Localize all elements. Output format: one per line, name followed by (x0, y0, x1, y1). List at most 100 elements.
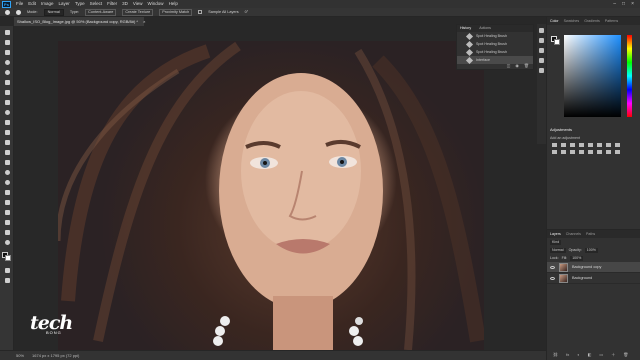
eyedropper-icon[interactable] (3, 98, 11, 106)
color-panel-background[interactable] (554, 39, 560, 45)
black-white-icon[interactable] (615, 143, 620, 147)
eraser-icon[interactable] (3, 148, 11, 156)
posterize-icon[interactable] (588, 150, 593, 154)
layer-row-selected[interactable]: Background copy (547, 262, 640, 273)
libraries-icon[interactable] (539, 58, 544, 63)
rectangle-icon[interactable] (3, 218, 11, 226)
tab-paths[interactable]: Paths (586, 230, 595, 238)
frame-icon[interactable] (3, 88, 11, 96)
maximize-button[interactable]: □ (622, 1, 625, 7)
menu-view[interactable]: View (133, 0, 143, 8)
healing-brush-icon[interactable] (3, 108, 11, 116)
path-select-icon[interactable] (3, 208, 11, 216)
menu-type[interactable]: Type (75, 0, 85, 8)
vibrance-icon[interactable] (588, 143, 593, 147)
history-brush-icon[interactable] (3, 138, 11, 146)
trash-icon[interactable]: 🗑 (524, 63, 529, 68)
tab-channels[interactable]: Channels (566, 230, 581, 238)
gradient-icon[interactable] (3, 158, 11, 166)
blend-mode-dropdown[interactable]: Normal (550, 247, 566, 253)
close-button[interactable]: × (631, 1, 634, 7)
mode-dropdown[interactable]: Normal (43, 8, 64, 16)
selective-color-icon[interactable] (615, 150, 620, 154)
adjustments-title[interactable]: Adjustments (550, 127, 572, 132)
type-icon[interactable] (3, 198, 11, 206)
blur-icon[interactable] (3, 168, 11, 176)
brightness-icon[interactable] (552, 143, 557, 147)
tab-history[interactable]: History (460, 25, 471, 32)
kind-filter-dropdown[interactable]: Kind (550, 239, 562, 245)
quick-select-icon[interactable] (3, 68, 11, 76)
camera-icon[interactable]: ◉ (515, 63, 519, 68)
document-tab[interactable]: Shallow_ISO_Blog_Image.jpg @ 50% (Backgr… (14, 17, 145, 26)
tab-swatches[interactable]: Swatches (564, 17, 580, 25)
visibility-eye-icon[interactable] (550, 276, 555, 280)
menu-3d[interactable]: 3D (122, 0, 128, 8)
menu-layer[interactable]: Layer (59, 0, 70, 8)
zoom-icon[interactable] (3, 238, 11, 246)
delete-layer-icon[interactable]: 🗑 (623, 352, 628, 358)
menu-edit[interactable]: Edit (28, 0, 36, 8)
new-layer-icon[interactable]: ＋ (611, 352, 615, 358)
minimize-button[interactable]: – (613, 1, 616, 7)
history-item[interactable]: Spot Healing Brush (457, 48, 533, 56)
new-snapshot-icon[interactable]: ◫ (507, 63, 511, 68)
new-group-icon[interactable]: ▭ (599, 352, 603, 358)
screen-mode-icon[interactable] (3, 276, 11, 284)
marquee-icon[interactable] (3, 48, 11, 56)
menu-filter[interactable]: Filter (107, 0, 117, 8)
properties-icon[interactable] (539, 48, 544, 53)
color-picker-field[interactable] (564, 35, 621, 117)
menu-file[interactable]: File (16, 0, 23, 8)
close-tab-icon[interactable]: × (143, 19, 145, 24)
pen-icon[interactable] (3, 188, 11, 196)
create-texture-button[interactable]: Create Texture (122, 8, 154, 16)
hue-slider[interactable] (627, 35, 632, 117)
tool-preset-icon[interactable] (5, 9, 10, 15)
angle-value[interactable]: 0° (245, 10, 249, 14)
hand-icon[interactable] (3, 228, 11, 236)
brush-icon[interactable] (3, 118, 11, 126)
artboard-icon[interactable] (3, 38, 11, 46)
tab-patterns[interactable]: Patterns (605, 17, 618, 25)
menu-help[interactable]: Help (169, 0, 178, 8)
invert-icon[interactable] (579, 150, 584, 154)
adjustment-layer-icon[interactable]: ◐ (577, 352, 579, 358)
exposure-icon[interactable] (579, 143, 584, 147)
lasso-icon[interactable] (3, 58, 11, 66)
sample-all-layers-checkbox[interactable] (198, 10, 203, 14)
visibility-eye-icon[interactable] (550, 265, 555, 269)
quick-mask-icon[interactable] (3, 266, 11, 274)
tab-gradients[interactable]: Gradients (584, 17, 600, 25)
color-lookup-icon[interactable] (570, 150, 575, 154)
crop-icon[interactable] (3, 78, 11, 86)
history-item[interactable]: Spot Healing Brush (457, 40, 533, 48)
clone-stamp-icon[interactable] (3, 128, 11, 136)
levels-icon[interactable] (561, 143, 566, 147)
background-color-swatch[interactable] (5, 255, 11, 261)
history-panel-icon[interactable] (539, 28, 544, 33)
layer-style-icon[interactable]: fx (566, 352, 569, 358)
channel-mixer-icon[interactable] (561, 150, 566, 154)
canvas-area[interactable] (14, 26, 546, 350)
layer-mask-icon[interactable]: ◧ (588, 352, 592, 358)
color-balance-icon[interactable] (606, 143, 611, 147)
menu-select[interactable]: Select (90, 0, 103, 8)
tab-color[interactable]: Color (550, 17, 559, 25)
content-aware-button[interactable]: Content-Aware (85, 8, 117, 16)
layer-row[interactable]: Background (547, 273, 640, 284)
tab-layers[interactable]: Layers (550, 230, 561, 238)
hue-saturation-icon[interactable] (597, 143, 602, 147)
zoom-level[interactable]: 50% (16, 351, 24, 360)
photo-filter-icon[interactable] (552, 150, 557, 154)
move-icon[interactable] (3, 28, 11, 36)
character-icon[interactable] (539, 68, 544, 73)
gradient-map-icon[interactable] (606, 150, 611, 154)
fill-input[interactable]: 100% (570, 255, 584, 261)
portrait-image[interactable] (58, 41, 484, 350)
menu-image[interactable]: Image (41, 0, 54, 8)
curves-icon[interactable] (570, 143, 575, 147)
proximity-match-button[interactable]: Proximity Match (159, 8, 193, 16)
opacity-input[interactable]: 100% (584, 247, 598, 253)
brush-size-icon[interactable] (16, 9, 21, 15)
